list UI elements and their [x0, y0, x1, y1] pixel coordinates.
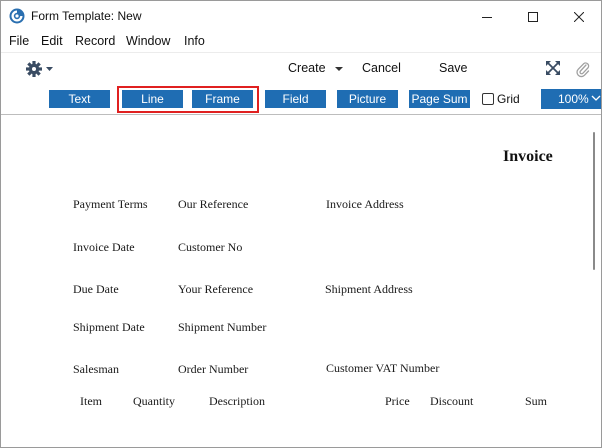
- field-shipment-address[interactable]: Shipment Address: [325, 282, 413, 297]
- menu-info[interactable]: Info: [184, 34, 205, 48]
- picture-tool-button[interactable]: Picture: [337, 90, 398, 108]
- column-price[interactable]: Price: [385, 394, 410, 409]
- field-your-reference[interactable]: Your Reference: [178, 282, 253, 297]
- zoom-value: 100%: [558, 92, 589, 106]
- field-invoice-address[interactable]: Invoice Address: [326, 197, 404, 212]
- create-button[interactable]: Create: [288, 61, 344, 75]
- gear-icon: [26, 61, 53, 77]
- field-order-number[interactable]: Order Number: [178, 362, 248, 377]
- field-salesman[interactable]: Salesman: [73, 362, 119, 377]
- highlight-box: [117, 86, 259, 113]
- expand-icon: [546, 61, 560, 75]
- field-customer-vat-number[interactable]: Customer VAT Number: [326, 361, 439, 376]
- field-shipment-date[interactable]: Shipment Date: [73, 320, 145, 335]
- menu-file[interactable]: File: [9, 34, 29, 48]
- minimize-button[interactable]: [464, 1, 510, 32]
- action-toolbar: Create Cancel Save: [1, 52, 601, 84]
- maximize-icon: [528, 11, 538, 22]
- chevron-down-icon: [335, 66, 344, 71]
- page-sum-tool-button[interactable]: Page Sum: [409, 90, 470, 108]
- grid-label: Grid: [497, 92, 520, 106]
- field-our-reference[interactable]: Our Reference: [178, 197, 248, 212]
- maximize-button[interactable]: [510, 1, 556, 32]
- column-description[interactable]: Description: [209, 394, 265, 409]
- chevron-down-icon: [591, 95, 601, 101]
- expand-button[interactable]: [546, 61, 560, 78]
- form-canvas[interactable]: Invoice Payment Terms Our Reference Invo…: [1, 115, 601, 447]
- close-icon: [574, 11, 584, 22]
- paperclip-icon: [576, 62, 590, 78]
- window-title: Form Template: New: [31, 9, 142, 23]
- app-logo-icon: [9, 8, 25, 24]
- text-tool-button[interactable]: Text: [49, 90, 110, 108]
- menu-window[interactable]: Window: [126, 34, 170, 48]
- field-payment-terms[interactable]: Payment Terms: [73, 197, 148, 212]
- close-button[interactable]: [556, 1, 601, 32]
- minimize-icon: [482, 16, 492, 18]
- field-shipment-number[interactable]: Shipment Number: [178, 320, 266, 335]
- gear-menu-button[interactable]: [25, 59, 55, 79]
- menu-edit[interactable]: Edit: [41, 34, 63, 48]
- design-toolbar: Text Line Frame Field Picture Page Sum G…: [1, 84, 601, 115]
- cancel-button[interactable]: Cancel: [362, 61, 401, 75]
- grid-checkbox[interactable]: [482, 93, 494, 105]
- field-customer-no[interactable]: Customer No: [178, 240, 242, 255]
- form-title[interactable]: Invoice: [503, 148, 553, 166]
- menu-bar: File Edit Record Window Info: [1, 32, 601, 52]
- column-sum[interactable]: Sum: [525, 394, 547, 409]
- create-label: Create: [288, 61, 326, 75]
- field-due-date[interactable]: Due Date: [73, 282, 119, 297]
- title-bar: Form Template: New: [1, 1, 601, 32]
- column-discount[interactable]: Discount: [430, 394, 473, 409]
- column-item[interactable]: Item: [80, 394, 102, 409]
- field-tool-button[interactable]: Field: [265, 90, 326, 108]
- save-button[interactable]: Save: [439, 61, 468, 75]
- zoom-select[interactable]: 100%: [541, 89, 601, 109]
- column-quantity[interactable]: Quantity: [133, 394, 175, 409]
- vertical-scrollbar[interactable]: [593, 132, 595, 270]
- menu-record[interactable]: Record: [75, 34, 115, 48]
- form-template-window: Form Template: New File Edit Record Wind…: [0, 0, 602, 448]
- attachment-button[interactable]: [576, 60, 590, 81]
- field-invoice-date[interactable]: Invoice Date: [73, 240, 135, 255]
